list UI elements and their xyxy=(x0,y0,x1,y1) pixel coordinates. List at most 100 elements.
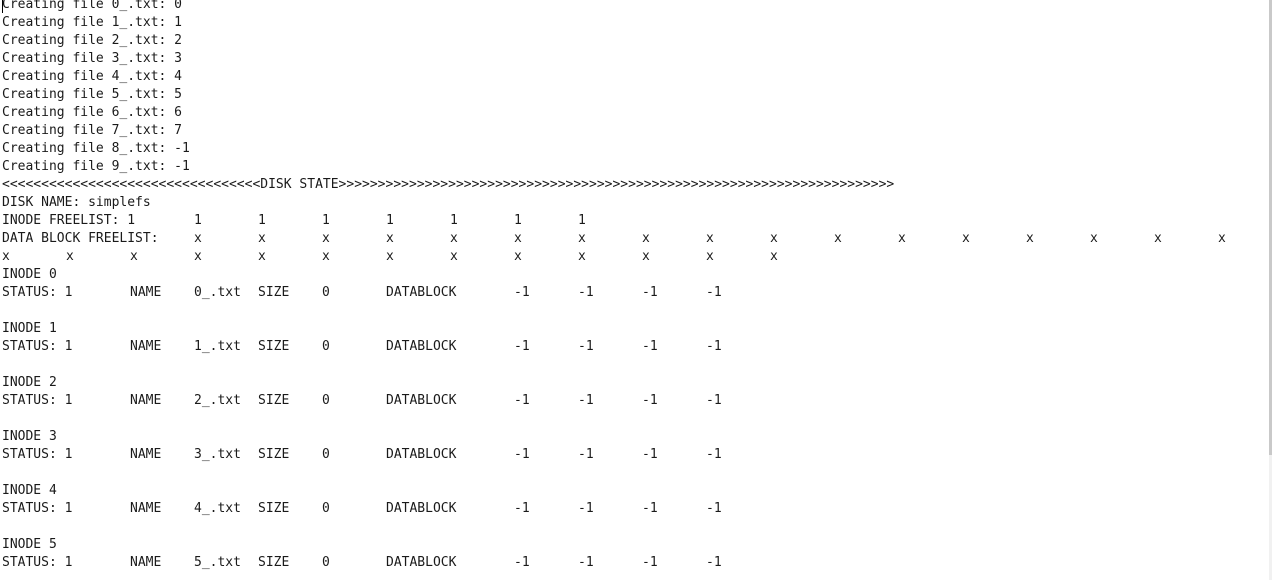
disk-name-line: DISK NAME: simplefs xyxy=(2,195,151,210)
data-block-freelist-value: x xyxy=(194,231,202,246)
data-block-freelist-value: x xyxy=(1218,231,1226,246)
inode-freelist-label: INODE FREELIST: 1 xyxy=(2,213,136,228)
data-block-freelist-value: x xyxy=(770,249,778,264)
inode-freelist-value: 1 xyxy=(450,213,458,228)
data-block-freelist-value: x xyxy=(450,231,458,246)
inode-datablock-value: -1 xyxy=(514,501,530,516)
inode-datablock-label: DATABLOCK xyxy=(386,555,457,570)
inode-freelist-value: 1 xyxy=(322,213,330,228)
data-block-freelist-value: x xyxy=(258,231,266,246)
inode-datablock-value: -1 xyxy=(578,285,594,300)
inode-name-label: NAME xyxy=(130,501,162,516)
create-file-line: Creating file 8_.txt: -1 xyxy=(2,141,190,156)
data-block-freelist-value: x xyxy=(770,231,778,246)
inode-datablock-value: -1 xyxy=(642,501,658,516)
inode-size: 0 xyxy=(322,501,330,516)
data-block-freelist-value: x xyxy=(898,231,906,246)
inode-datablock-value: -1 xyxy=(706,501,722,516)
inode-name-label: NAME xyxy=(130,393,162,408)
data-block-freelist-value: x xyxy=(834,231,842,246)
inode-datablock-value: -1 xyxy=(578,501,594,516)
inode-name-label: NAME xyxy=(130,447,162,462)
inode-status-line: STATUS: 1 NAME 5_.txt SIZE 0 DATABLOCK -1 -1 -1 -… xyxy=(2,554,1268,572)
inode-datablock-value: -1 xyxy=(642,447,658,462)
inode-datablock-label: DATABLOCK xyxy=(386,393,457,408)
data-block-freelist-value: x xyxy=(962,231,970,246)
inode-status: STATUS: 1 xyxy=(2,555,73,570)
inode-freelist-value: 1 xyxy=(386,213,394,228)
data-block-freelist-value: x xyxy=(386,249,394,264)
create-file-line: Creating file 9_.txt: -1 xyxy=(2,159,190,174)
inode-status-line: STATUS: 1 NAME 1_.txt SIZE 0 DATABLOCK -1 -1 -1 -… xyxy=(2,338,1268,356)
inode-freelist-line: INODE FREELIST: 1 1 1 1 1 1 1 1 xyxy=(2,212,1268,230)
inode-datablock-value: -1 xyxy=(706,393,722,408)
inode-datablock-label: DATABLOCK xyxy=(386,285,457,300)
inode-header: INODE 3 xyxy=(2,429,57,444)
inode-datablock-value: -1 xyxy=(514,447,530,462)
inode-datablock-value: -1 xyxy=(706,285,722,300)
data-block-freelist-value: x xyxy=(1154,231,1162,246)
inode-datablock-label: DATABLOCK xyxy=(386,501,457,516)
inode-datablock-value: -1 xyxy=(706,339,722,354)
data-block-freelist-value: x xyxy=(66,249,74,264)
inode-datablock-value: -1 xyxy=(706,555,722,570)
inode-size: 0 xyxy=(322,339,330,354)
inode-name: 4_.txt xyxy=(194,501,241,516)
inode-datablock-value: -1 xyxy=(578,447,594,462)
inode-status: STATUS: 1 xyxy=(2,285,73,300)
inode-status: STATUS: 1 xyxy=(2,393,73,408)
data-block-freelist-value: x xyxy=(322,249,330,264)
inode-size: 0 xyxy=(322,285,330,300)
inode-status-line: STATUS: 1 NAME 0_.txt SIZE 0 DATABLOCK -1 -1 -1 -… xyxy=(2,284,1268,302)
inode-datablock-value: -1 xyxy=(642,285,658,300)
inode-size-label: SIZE xyxy=(258,555,290,570)
data-block-freelist-label: DATA BLOCK FREELIST: xyxy=(2,231,159,246)
inode-datablock-value: -1 xyxy=(578,393,594,408)
inode-status: STATUS: 1 xyxy=(2,339,73,354)
inode-size: 0 xyxy=(322,393,330,408)
data-block-freelist-value: x xyxy=(514,231,522,246)
inode-datablock-value: -1 xyxy=(578,555,594,570)
inode-datablock-label: DATABLOCK xyxy=(386,447,457,462)
inode-datablock-value: -1 xyxy=(706,447,722,462)
disk-state-banner: <<<<<<<<<<<<<<<<<<<<<<<<<<<<<<<<<DISK ST… xyxy=(2,177,895,192)
inode-datablock-value: -1 xyxy=(514,555,530,570)
data-block-freelist-value: x xyxy=(642,249,650,264)
inode-size: 0 xyxy=(322,555,330,570)
inode-header: INODE 0 xyxy=(2,267,57,282)
data-block-freelist-value: x xyxy=(258,249,266,264)
inode-name: 5_.txt xyxy=(194,555,241,570)
inode-header: INODE 5 xyxy=(2,537,57,552)
text-output-area[interactable]: Creating file 0_.txt: 0 Creating file 1_.… xyxy=(2,0,1268,580)
data-block-freelist-value: x xyxy=(514,249,522,264)
inode-size-label: SIZE xyxy=(258,501,290,516)
data-block-freelist-value: x xyxy=(706,231,714,246)
data-block-freelist-value: x xyxy=(194,249,202,264)
inode-status-line: STATUS: 1 NAME 4_.txt SIZE 0 DATABLOCK -1 -1 -1 -… xyxy=(2,500,1268,518)
create-file-line: Creating file 5_.txt: 5 xyxy=(2,87,183,102)
data-block-freelist-continued: xxxxxxxxxxxxx xyxy=(2,248,1268,266)
inode-datablock-value: -1 xyxy=(514,393,530,408)
data-block-freelist-value: x xyxy=(130,249,138,264)
inode-freelist-value: 1 xyxy=(194,213,202,228)
data-block-freelist-value: x xyxy=(1026,231,1034,246)
data-block-freelist-value: x xyxy=(2,249,10,264)
data-block-freelist-value: x xyxy=(706,249,714,264)
inode-status: STATUS: 1 xyxy=(2,447,73,462)
inode-datablock-value: -1 xyxy=(514,339,530,354)
data-block-freelist-value: x xyxy=(1090,231,1098,246)
inode-datablock-value: -1 xyxy=(642,555,658,570)
inode-header: INODE 1 xyxy=(2,321,57,336)
inode-name: 3_.txt xyxy=(194,447,241,462)
inode-name: 0_.txt xyxy=(194,285,241,300)
create-file-line: Creating file 6_.txt: 6 xyxy=(2,105,183,120)
inode-datablock-value: -1 xyxy=(514,285,530,300)
data-block-freelist-value: x xyxy=(642,231,650,246)
data-block-freelist-value: x xyxy=(322,231,330,246)
inode-freelist-value: 1 xyxy=(514,213,522,228)
inode-size-label: SIZE xyxy=(258,285,290,300)
inode-header: INODE 4 xyxy=(2,483,57,498)
